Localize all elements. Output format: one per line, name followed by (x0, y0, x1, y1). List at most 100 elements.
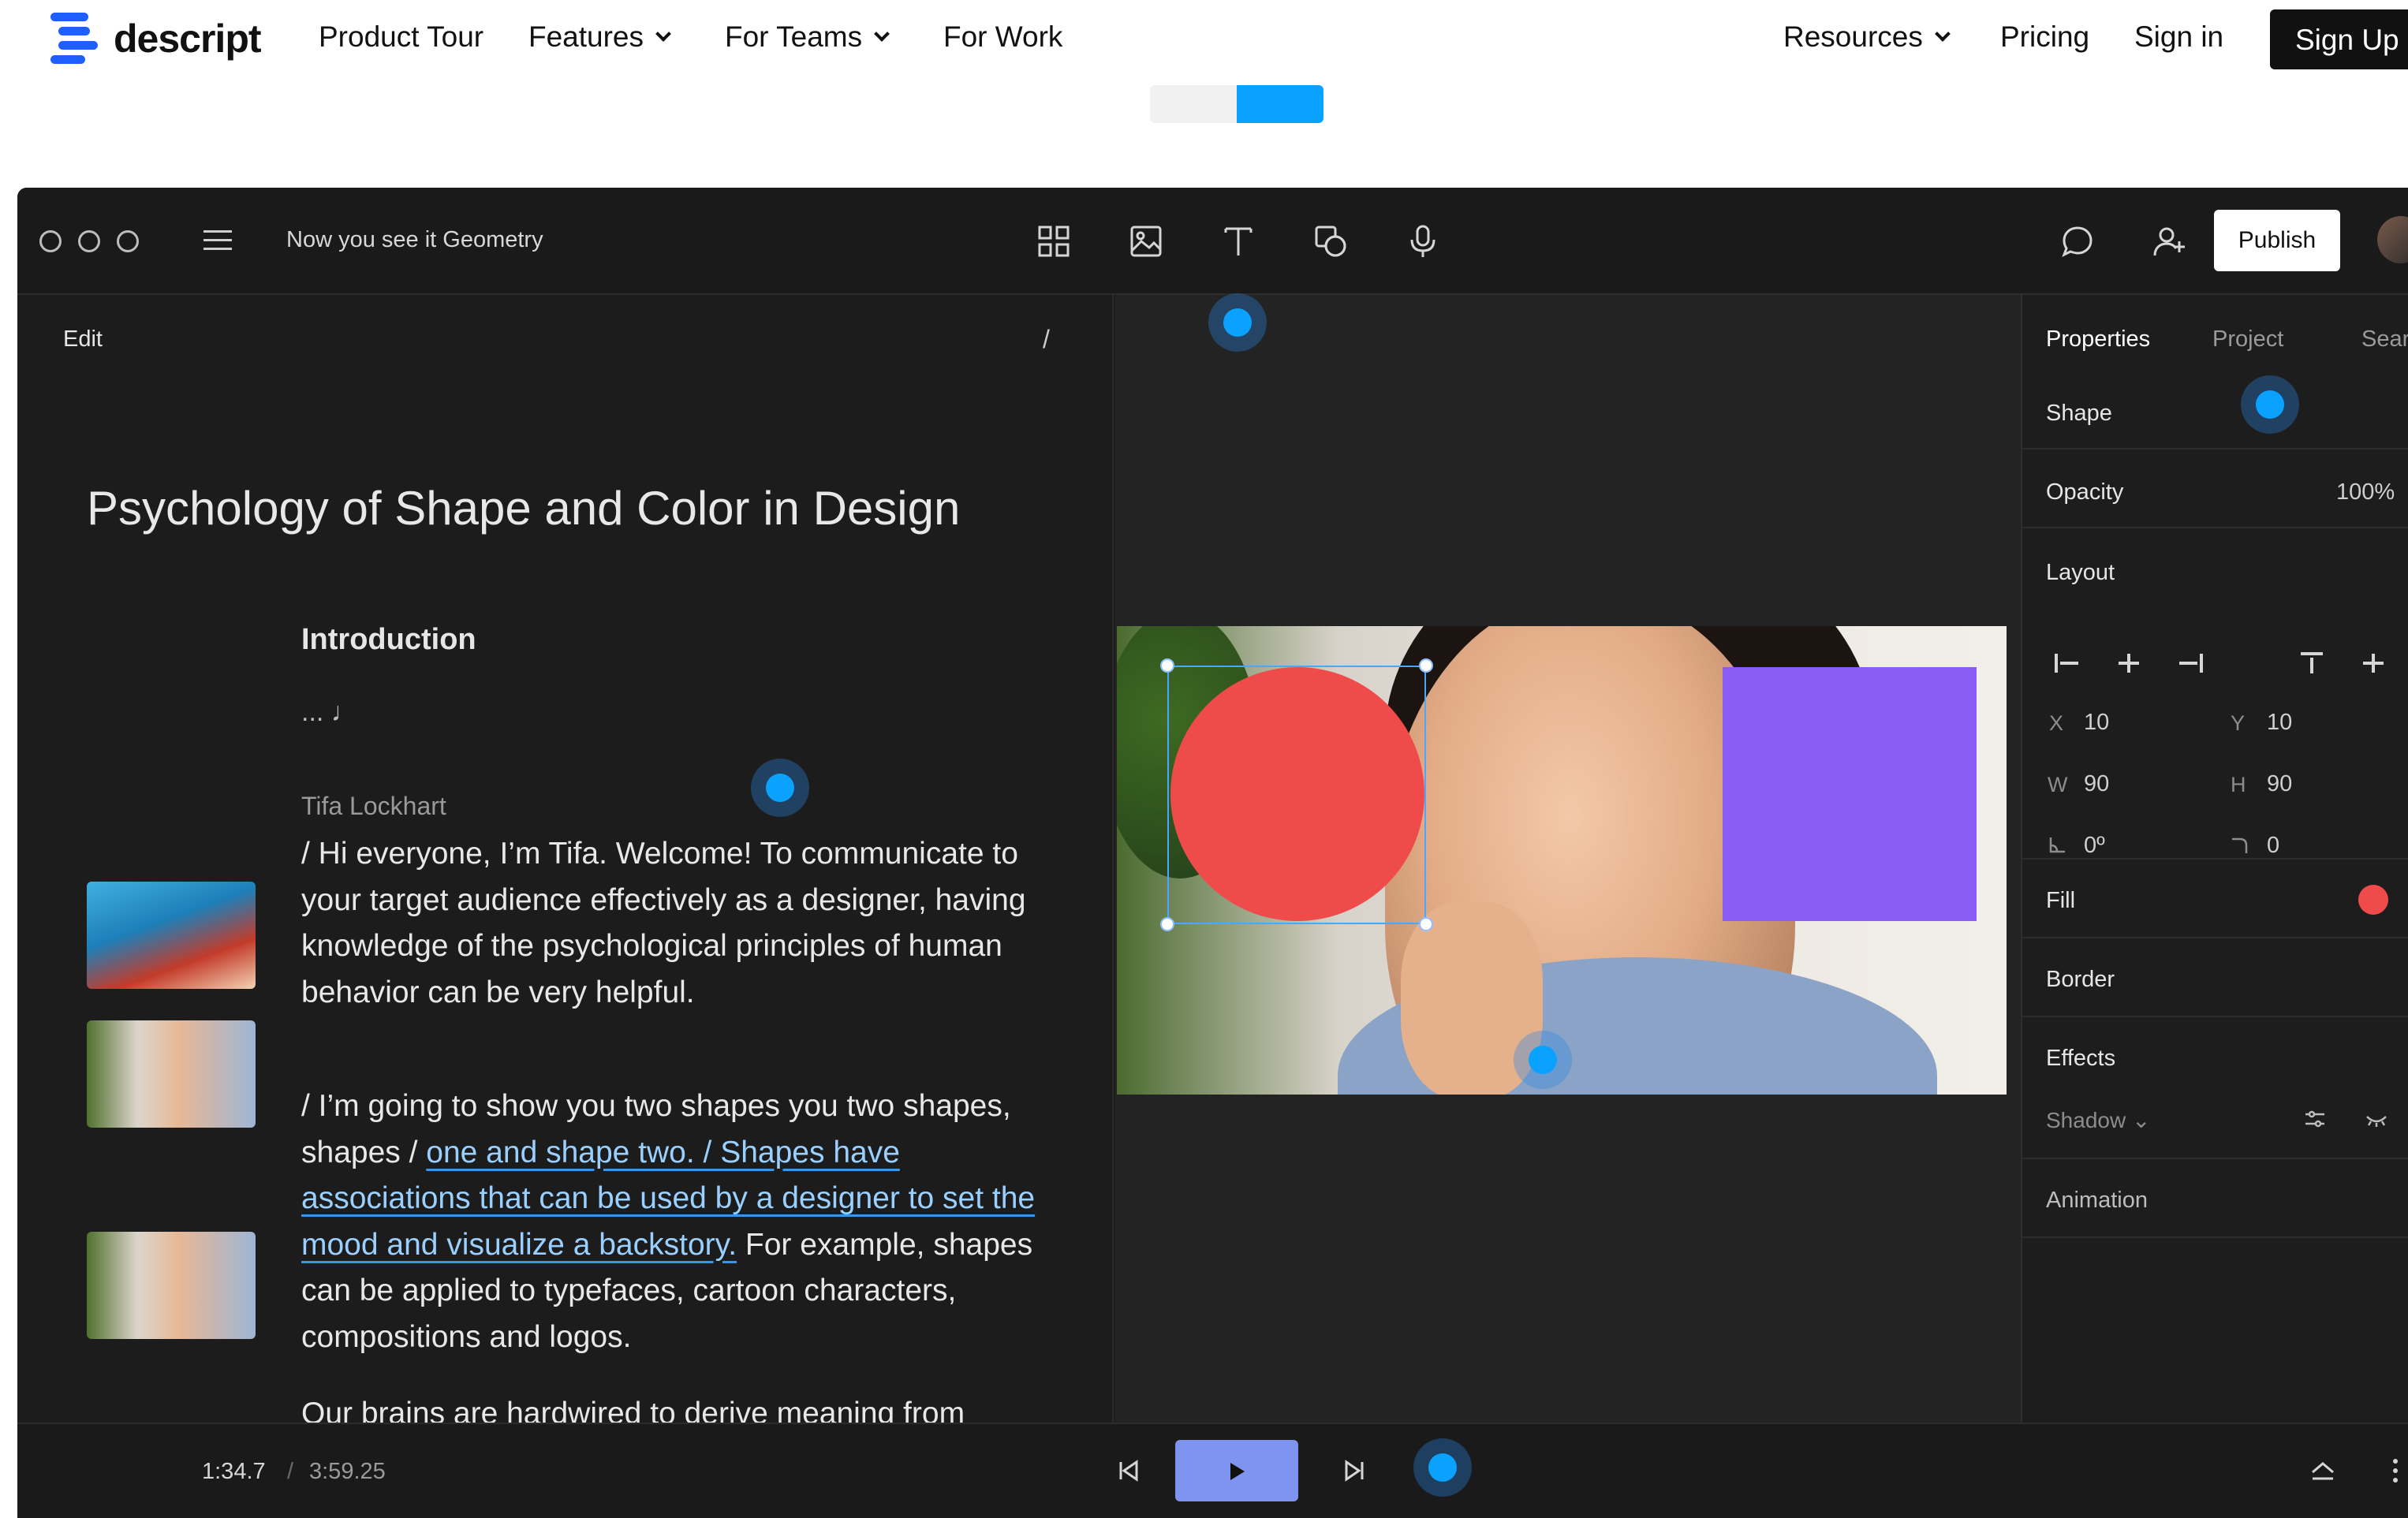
music-marker[interactable]: ... ♩ (301, 697, 358, 728)
edit-mode-label[interactable]: Edit (63, 326, 103, 352)
transcript-paragraph[interactable]: Our brains are hardwired to derive meani… (301, 1391, 1058, 1423)
time-separator: / (287, 1459, 294, 1484)
nav-features[interactable]: Features (528, 21, 671, 54)
shadow-label: Shadow (2046, 1108, 2126, 1132)
align-center-icon[interactable] (2115, 651, 2142, 675)
scene-thumbnail-speaker-2[interactable] (87, 1232, 256, 1339)
align-middle-icon[interactable] (2360, 651, 2387, 675)
corner-radius-field[interactable]: 0 (2267, 833, 2279, 859)
purple-square-shape[interactable] (1723, 667, 1977, 921)
nav-resources[interactable]: Resources (1783, 21, 1951, 54)
total-time: 3:59.25 (309, 1459, 386, 1484)
sign-up-button[interactable]: Sign Up (2270, 9, 2408, 69)
fill-row[interactable]: Fill (2022, 860, 2408, 938)
align-top-icon[interactable] (2298, 651, 2325, 675)
tour-hotspot[interactable] (751, 759, 809, 817)
visibility-hidden-icon[interactable] (2365, 1110, 2388, 1129)
tour-hotspot[interactable] (2241, 375, 2299, 434)
resize-handle[interactable] (1160, 917, 1174, 931)
skip-back-icon[interactable] (1117, 1459, 1141, 1483)
x-field[interactable]: 10 (2084, 710, 2109, 736)
y-field[interactable]: 10 (2267, 710, 2292, 736)
nav-product-tour[interactable]: Product Tour (319, 21, 483, 54)
tour-hotspot[interactable] (1208, 293, 1267, 352)
layout-label: Layout (2046, 560, 2115, 585)
adjust-settings-icon[interactable] (2303, 1107, 2327, 1131)
window-maximize-icon[interactable] (117, 230, 139, 252)
opacity-value[interactable]: 100% (2336, 479, 2395, 505)
effects-label: Effects (2046, 1046, 2116, 1071)
app-toolbar: Now you see it Geometry Publish (17, 188, 2408, 295)
corner-radius-icon (2232, 837, 2248, 853)
align-left-icon[interactable] (2054, 651, 2081, 675)
tour-hotspot[interactable] (1514, 1031, 1572, 1089)
tab-project[interactable]: Project (2212, 326, 2283, 352)
speaker-label[interactable]: Tifa Lockhart (301, 792, 446, 821)
window-close-icon[interactable] (39, 230, 62, 252)
shape-row[interactable]: Shape (2022, 371, 2408, 449)
user-avatar[interactable] (2377, 216, 2408, 263)
selection-box[interactable] (1167, 666, 1426, 924)
animation-label: Animation (2046, 1188, 2148, 1213)
border-label: Border (2046, 967, 2115, 992)
descript-logo[interactable]: descript (50, 13, 262, 65)
nav-label: Pricing (2000, 21, 2090, 53)
nav-for-work[interactable]: For Work (943, 21, 1062, 54)
fill-color-swatch[interactable] (2358, 885, 2388, 915)
animation-row[interactable]: Animation (2022, 1159, 2408, 1238)
fill-label: Fill (2046, 888, 2076, 913)
document-title[interactable]: Now you see it Geometry (286, 227, 543, 253)
play-button[interactable] (1175, 1440, 1298, 1501)
align-right-icon[interactable] (2177, 651, 2204, 675)
site-header: descript Product Tour Features For Teams… (0, 0, 2408, 79)
shapes-icon[interactable] (1313, 224, 1348, 259)
script-title[interactable]: Psychology of Shape and Color in Design (87, 481, 960, 535)
shape-label: Shape (2046, 401, 2112, 426)
comment-icon[interactable] (2060, 224, 2095, 259)
tour-hotspot[interactable] (1413, 1438, 1472, 1497)
window-minimize-icon[interactable] (78, 230, 100, 252)
section-heading[interactable]: Introduction (301, 623, 476, 657)
timeline-toggle-icon[interactable] (2309, 1459, 2336, 1483)
tour-toggle-left[interactable] (1150, 85, 1237, 123)
nav-sign-in[interactable]: Sign in (2134, 21, 2223, 54)
video-frame[interactable] (1117, 626, 2007, 1095)
chevron-down-icon (1934, 26, 1951, 42)
nav-pricing[interactable]: Pricing (2000, 21, 2089, 54)
nav-label: Resources (1783, 21, 1923, 53)
opacity-row[interactable]: Opacity 100% (2022, 449, 2408, 528)
effects-section: Effects Shadow ⌄ (2022, 1017, 2408, 1159)
w-field[interactable]: 90 (2084, 771, 2109, 797)
descript-logo-icon (50, 13, 98, 65)
resize-handle[interactable] (1419, 917, 1433, 931)
border-row[interactable]: Border (2022, 938, 2408, 1017)
publish-button[interactable]: Publish (2214, 210, 2340, 271)
tab-properties[interactable]: Properties (2046, 326, 2150, 352)
h-field[interactable]: 90 (2267, 771, 2292, 797)
nav-for-teams[interactable]: For Teams (725, 21, 890, 54)
tour-toggle[interactable] (1150, 85, 1323, 123)
menu-icon[interactable] (203, 229, 232, 252)
rotation-icon (2049, 837, 2065, 853)
image-icon[interactable] (1129, 224, 1163, 259)
chevron-down-icon (655, 26, 671, 42)
scene-thumbnail-speaker[interactable] (87, 1020, 256, 1128)
slash-command-hint[interactable]: / (1043, 325, 1050, 354)
rotation-field[interactable]: 0º (2084, 833, 2105, 859)
h-label: H (2231, 773, 2246, 796)
scene-thumbnail-pool[interactable] (87, 882, 256, 989)
tour-toggle-right[interactable] (1237, 85, 1323, 123)
microphone-icon[interactable] (1406, 224, 1440, 259)
text-icon[interactable] (1221, 224, 1256, 259)
add-user-icon[interactable] (2152, 224, 2187, 259)
resize-handle[interactable] (1419, 658, 1433, 673)
more-options-icon[interactable] (2393, 1459, 2398, 1483)
skip-forward-icon[interactable] (1342, 1459, 1366, 1483)
grid-icon[interactable] (1036, 224, 1071, 259)
tab-search[interactable]: Searc (2361, 326, 2408, 352)
transcript-paragraph[interactable]: / Hi everyone, I’m Tifa. Welcome! To com… (301, 831, 1058, 1016)
shadow-dropdown[interactable]: Shadow ⌄ (2046, 1107, 2150, 1133)
transcript-paragraph[interactable]: / I’m going to show you two shapes you t… (301, 1083, 1058, 1360)
playback-bar: 1:34.7 / 3:59.25 (17, 1423, 2408, 1518)
resize-handle[interactable] (1160, 658, 1174, 673)
